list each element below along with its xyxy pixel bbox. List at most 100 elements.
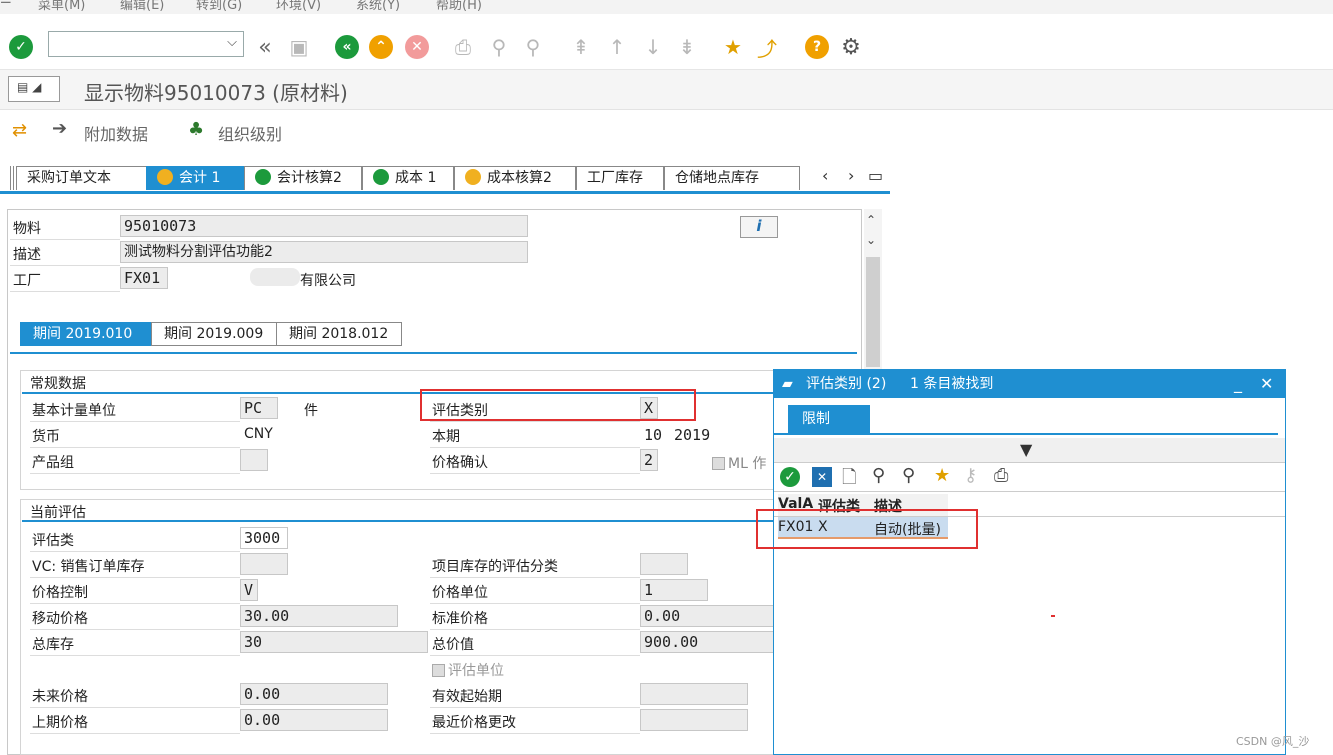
division-field[interactable]	[240, 449, 268, 471]
exit-button[interactable]: ⌃	[368, 34, 394, 60]
find-icon[interactable]: ⚲	[486, 34, 512, 60]
additional-data-button[interactable]: 附加数据	[84, 121, 148, 145]
chevron-down-icon: ⌵	[227, 35, 237, 50]
next-page-icon[interactable]: ↓	[640, 34, 666, 60]
menu-item-goto[interactable]: 转到(G)	[196, 0, 242, 13]
description-field[interactable]: 测试物料分割评估功能2	[120, 241, 528, 263]
help-button[interactable]: ?	[804, 34, 830, 60]
project-stock-class-label: 项目库存的评估分类	[432, 559, 558, 575]
tab-purchasing-text[interactable]: 采购订单文本	[16, 166, 148, 190]
tab-accounting-1[interactable]: 会计 1	[146, 166, 244, 190]
tab-period-1[interactable]: 期间 2019.010	[20, 322, 152, 346]
popup-title: 评估类别 (2)	[806, 376, 887, 392]
total-stock-field[interactable]: 30	[240, 631, 428, 653]
last-page-icon[interactable]: ⇟	[674, 34, 700, 60]
total-value-field[interactable]: 900.00	[640, 631, 774, 653]
new-icon[interactable]: 🗋	[842, 465, 856, 495]
valuation-class-label: 评估类	[32, 533, 74, 549]
menu-item-system[interactable]: 系统(Y)	[356, 0, 400, 13]
collapse-icon[interactable]: ▼	[1020, 440, 1032, 459]
price-unit-field[interactable]: 1	[640, 579, 708, 601]
print-icon[interactable]: ⎙	[450, 34, 476, 60]
status-icon	[157, 169, 173, 185]
menu-item-help[interactable]: 帮助(H)	[436, 0, 482, 13]
org-levels-button[interactable]: 组织级别	[218, 121, 282, 145]
valuation-unit-checkbox[interactable]: 评估单位	[432, 660, 504, 680]
price-control-label: 价格控制	[32, 585, 88, 601]
cancel-button[interactable]: ✕	[404, 34, 430, 60]
ml-active-checkbox[interactable]: ML 作	[712, 453, 766, 473]
moving-price-field[interactable]: 30.00	[240, 605, 398, 627]
arrow-right-icon: ➔	[52, 118, 68, 139]
cancel-icon[interactable]: ✕	[812, 467, 832, 487]
total-value-label: 总价值	[432, 637, 474, 653]
divider	[30, 733, 240, 734]
tab-accounting-2[interactable]: 会计核算2	[244, 166, 362, 190]
tab-storage-stock[interactable]: 仓储地点库存	[664, 166, 800, 190]
checkbox-checked-icon	[712, 457, 725, 470]
prev-page-icon[interactable]: ↑	[604, 34, 630, 60]
base-uom-field[interactable]: PC	[240, 397, 278, 419]
material-field[interactable]: 95010073	[120, 215, 528, 237]
standard-price-field[interactable]: 0.00	[640, 605, 774, 627]
vc-sales-order-field[interactable]	[240, 553, 288, 575]
tab-period-3[interactable]: 期间 2018.012	[276, 322, 402, 346]
tab-list-icon[interactable]: ▭	[868, 166, 883, 185]
back-double-icon[interactable]: «	[252, 34, 278, 60]
tab-costing-2[interactable]: 成本核算2	[454, 166, 576, 190]
valid-from-field[interactable]	[640, 683, 748, 705]
tab-period-2[interactable]: 期间 2019.009	[151, 322, 277, 346]
find-next-icon[interactable]: ⚲	[520, 34, 546, 60]
divider	[430, 603, 640, 604]
scrollbar[interactable]: ⌃ ⌄	[864, 209, 882, 369]
back-button[interactable]: «	[334, 34, 360, 60]
previous-price-field[interactable]: 0.00	[240, 709, 388, 731]
scroll-thumb[interactable]	[866, 257, 880, 367]
price-control-field[interactable]: V	[240, 579, 258, 601]
current-valuation-title: 当前评估	[30, 505, 86, 521]
currency-label: 货币	[32, 429, 60, 445]
settings-gear-icon[interactable]: ⚙	[838, 34, 864, 60]
last-price-change-field[interactable]	[640, 709, 748, 731]
shortcut-icon[interactable]: ⤴	[754, 34, 780, 61]
divider	[430, 447, 640, 448]
first-page-icon[interactable]: ⇞	[568, 34, 594, 60]
add-favorite-icon[interactable]: ★	[934, 465, 950, 486]
menu-icon[interactable]: ☰	[0, 0, 12, 7]
future-price-field[interactable]: 0.00	[240, 683, 388, 705]
close-icon[interactable]: ✕	[1260, 370, 1273, 398]
tab-scroll-left-icon[interactable]: ‹	[822, 166, 828, 185]
page-title: 显示物料95010073 (原材料)	[84, 81, 348, 105]
screen-menu-button[interactable]: ▤ ◢	[8, 76, 60, 102]
valid-from-label: 有效起始期	[432, 689, 502, 705]
project-stock-class-field[interactable]	[640, 553, 688, 575]
valuation-class-field[interactable]: 3000	[240, 527, 288, 549]
scroll-up-icon[interactable]: ⌃	[866, 213, 876, 227]
key-icon[interactable]: ⚷	[964, 465, 977, 486]
divider	[430, 473, 640, 474]
divider	[30, 577, 240, 578]
find-next-icon[interactable]: ⚲	[902, 465, 915, 486]
menu-item-env[interactable]: 环境(V)	[276, 0, 321, 13]
plant-field[interactable]: FX01	[120, 267, 168, 289]
menu-item-material[interactable]: 菜单(M)	[38, 0, 85, 13]
enter-button[interactable]: ✓	[8, 34, 34, 60]
plant-label: 工厂	[13, 273, 41, 289]
tab-scroll-right-icon[interactable]: ›	[848, 166, 854, 185]
tab-plant-stock[interactable]: 工厂库存	[576, 166, 664, 190]
price-determination-label: 价格确认	[432, 455, 488, 471]
print-icon[interactable]: ⎙	[994, 465, 1008, 486]
command-field[interactable]: ⌵	[48, 31, 244, 57]
save-icon[interactable]: ▣	[286, 34, 312, 60]
confirm-icon[interactable]: ✓	[780, 467, 800, 487]
switch-icon[interactable]: ⇄	[12, 120, 36, 142]
new-session-icon[interactable]: ★	[720, 34, 746, 60]
price-determination-field[interactable]: 2	[640, 449, 658, 471]
menu-item-edit[interactable]: 编辑(E)	[120, 0, 164, 13]
find-icon[interactable]: ⚲	[872, 465, 885, 486]
minimize-icon[interactable]: _	[1234, 370, 1242, 398]
tab-costing-1[interactable]: 成本 1	[362, 166, 454, 190]
tab-restrictions[interactable]: 限制	[788, 405, 870, 433]
info-icon[interactable]: i	[740, 216, 778, 238]
scroll-down-icon[interactable]: ⌄	[866, 233, 876, 247]
